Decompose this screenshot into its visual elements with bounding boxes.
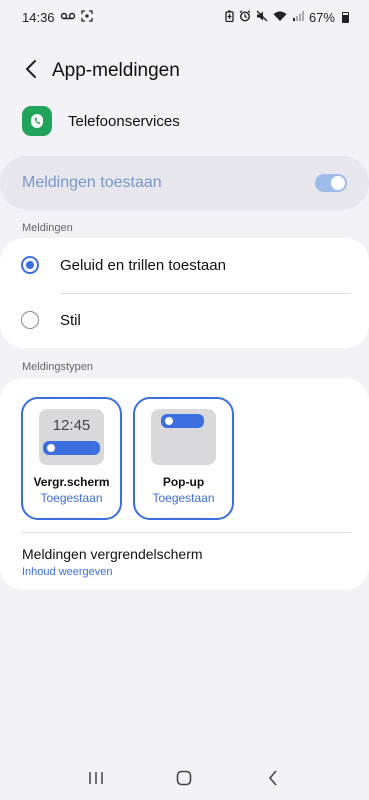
option-stil[interactable]: Stil [0,294,369,346]
status-time: 14:36 [22,9,55,25]
radio-button[interactable] [21,311,39,329]
tile-title: Pop-up [162,475,205,489]
system-back-button[interactable] [253,762,293,798]
home-icon [176,770,192,791]
meldingen-card: Geluid en trillen toestaan Stil [0,238,369,348]
lockscreen-row-title: Meldingen vergrendelscherm [22,546,203,562]
toggle-knob [331,176,345,190]
back-button[interactable] [12,52,50,90]
phone-app-icon [22,106,52,136]
master-toggle-switch[interactable] [315,174,347,192]
option-label: Stil [60,311,81,329]
app-name: Telefoonservices [68,112,180,130]
recent-apps-button[interactable] [76,762,116,798]
section-title-meldingen: Meldingen [22,222,73,234]
tile-status: Toegestaan [40,491,103,505]
preview-time: 12:45 [52,417,91,434]
back-arrow-icon [25,59,37,84]
status-bar: 14:36 67% [0,0,369,34]
tile-lockscreen[interactable]: 12:45 Vergr.scherm Toegestaan [21,397,122,520]
page-title: App-meldingen [52,60,180,81]
tile-status: Toegestaan [152,491,215,505]
option-geluid-en-trillen[interactable]: Geluid en trillen toestaan [0,239,369,291]
popup-preview [151,409,216,465]
mute-icon [256,10,268,25]
screenshot-icon [80,9,93,25]
system-nav-bar [0,760,369,800]
alarm-icon [239,9,251,25]
app-row: Telefoonservices [22,106,180,136]
status-left: 14:36 [22,10,93,25]
tile-title: Vergr.scherm [33,475,110,489]
divider [22,532,351,533]
battery-icon [342,11,349,23]
option-label: Geluid en trillen toestaan [60,256,226,274]
signal-icon [292,10,304,25]
battery-saver-icon [225,10,234,25]
tile-popup[interactable]: Pop-up Toegestaan [133,397,234,520]
notification-banner-preview [43,441,100,455]
recent-apps-icon [88,771,104,790]
home-button[interactable] [164,762,204,798]
status-right: 67% [225,10,349,25]
lockscreen-notifications-row[interactable]: Meldingen vergrendelscherm Inhoud weerge… [22,546,203,578]
battery-percent: 67% [308,9,335,25]
popup-banner-preview [161,414,204,428]
header: App-meldingen [0,50,369,92]
section-title-meldingstypen: Meldingstypen [22,361,93,373]
radio-button-selected[interactable] [21,256,39,274]
wifi-icon [273,10,287,25]
master-toggle-label: Meldingen toestaan [22,174,162,191]
voicemail-icon [60,12,75,23]
lockscreen-row-subtitle: Inhoud weergeven [22,566,113,578]
master-notifications-toggle-row[interactable]: Meldingen toestaan [0,156,369,210]
back-icon [268,769,278,791]
lockscreen-preview: 12:45 [39,409,104,465]
